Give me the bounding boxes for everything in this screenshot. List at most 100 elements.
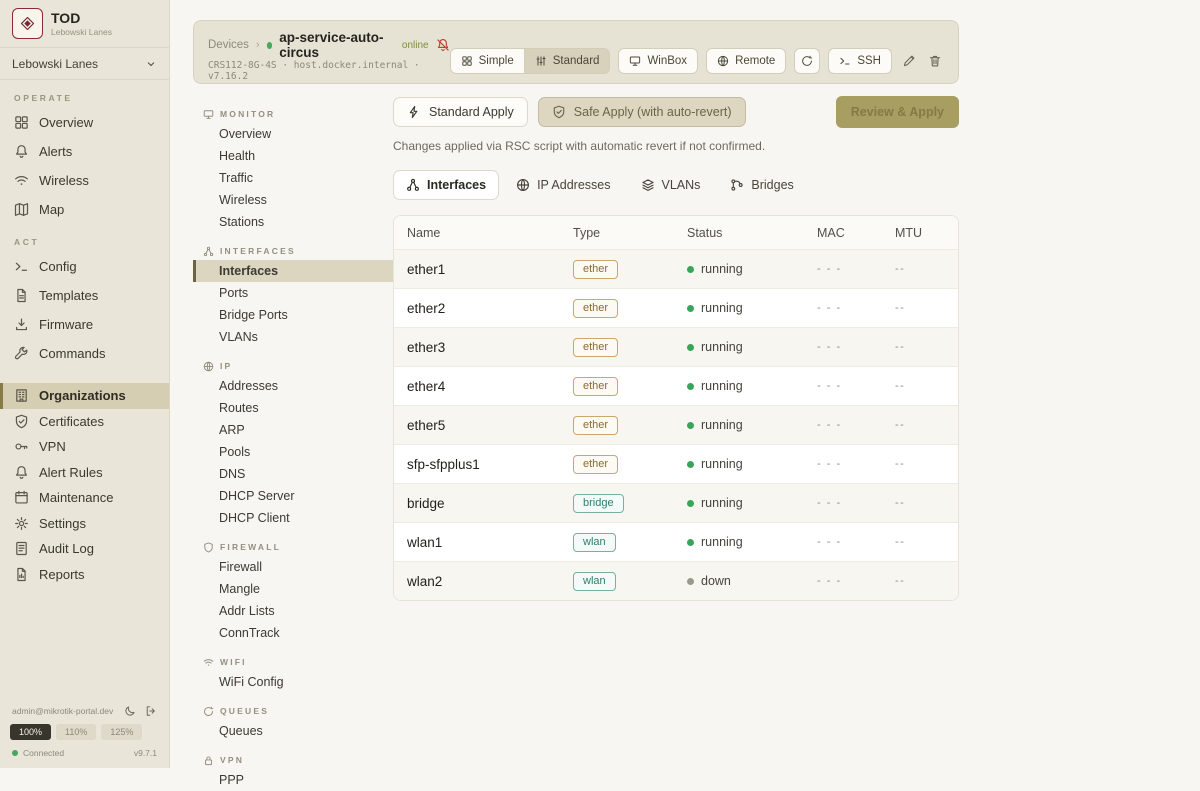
sidebar-item-commands[interactable]: Commands	[0, 339, 169, 368]
sidebar-item-organizations[interactable]: Organizations	[0, 383, 169, 409]
sidebar-item-maintenance[interactable]: Maintenance	[0, 485, 169, 511]
zoom-125-button[interactable]: 125%	[101, 724, 142, 740]
device-menu-item-wireless[interactable]: Wireless	[193, 189, 393, 211]
winbox-button[interactable]: WinBox	[618, 48, 698, 74]
interface-name: ether1	[407, 262, 573, 277]
sidebar-item-settings[interactable]: Settings	[0, 511, 169, 537]
sidebar-item-reports[interactable]: Reports	[0, 562, 169, 588]
device-menu-item-firewall[interactable]: Firewall	[193, 556, 393, 578]
device-menu-item-wifi-config[interactable]: WiFi Config	[193, 671, 393, 693]
breadcrumb: Devices › ap-service-auto-circus online	[208, 30, 450, 60]
device-menu-section-wifi: WIFI	[193, 653, 393, 671]
device-menu-item-vlans[interactable]: VLANs	[193, 326, 393, 348]
app-logo	[12, 8, 43, 39]
table-body: ether1 ether running - - - -- ether2 eth…	[394, 249, 958, 600]
tab-ip-addresses[interactable]: IP Addresses	[503, 170, 623, 200]
standard-apply-button[interactable]: Standard Apply	[393, 97, 528, 127]
type-badge: wlan	[573, 533, 616, 552]
tab-label: IP Addresses	[537, 178, 610, 192]
device-menu-item-addresses[interactable]: Addresses	[193, 375, 393, 397]
zoom-100-button[interactable]: 100%	[10, 724, 51, 740]
status-label: down	[701, 574, 731, 588]
sidebar-item-wireless[interactable]: Wireless	[0, 166, 169, 195]
sidebar-item-map[interactable]: Map	[0, 195, 169, 224]
mac-value: - - -	[817, 575, 895, 587]
org-selector[interactable]: Lebowski Lanes	[0, 48, 169, 80]
view-simple-label: Simple	[479, 55, 514, 67]
document-icon	[14, 288, 29, 303]
device-menu-item-bridge-ports[interactable]: Bridge Ports	[193, 304, 393, 326]
mtu-value: --	[895, 341, 958, 353]
edit-device-button[interactable]	[900, 48, 918, 74]
table-row-ether3[interactable]: ether3 ether running - - - --	[394, 327, 958, 366]
tab-bridges[interactable]: Bridges	[717, 170, 806, 200]
sidebar-item-templates[interactable]: Templates	[0, 281, 169, 310]
app-title: TOD	[51, 10, 112, 27]
wrench-icon	[14, 346, 29, 361]
column-header-status[interactable]: Status	[687, 226, 817, 240]
admin-nav-group: Organizations Certificates VPN Alert Rul…	[0, 383, 169, 587]
tab-interfaces[interactable]: Interfaces	[393, 170, 499, 200]
table-row-sfp-sfpplus1[interactable]: sfp-sfpplus1 ether running - - - --	[394, 444, 958, 483]
review-apply-button[interactable]: Review & Apply	[836, 96, 959, 128]
column-header-mtu[interactable]: MTU	[895, 226, 958, 240]
device-menu-item-queues[interactable]: Queues	[193, 720, 393, 742]
sidebar-item-certificates[interactable]: Certificates	[0, 409, 169, 435]
device-menu-item-arp[interactable]: ARP	[193, 419, 393, 441]
delete-device-button[interactable]	[926, 48, 944, 74]
mac-value: - - -	[817, 380, 895, 392]
device-menu-item-health[interactable]: Health	[193, 145, 393, 167]
remote-button[interactable]: Remote	[706, 48, 786, 74]
column-header-name[interactable]: Name	[407, 226, 573, 240]
bell-off-icon[interactable]	[436, 38, 450, 52]
zoom-110-button[interactable]: 110%	[56, 724, 96, 740]
interface-name: wlan2	[407, 574, 573, 589]
table-row-bridge[interactable]: bridge bridge running - - - --	[394, 483, 958, 522]
sidebar-item-vpn[interactable]: VPN	[0, 434, 169, 460]
device-menu-item-mangle[interactable]: Mangle	[193, 578, 393, 600]
sidebar-item-label: Firmware	[39, 317, 93, 332]
device-menu-item-routes[interactable]: Routes	[193, 397, 393, 419]
sidebar-item-audit-log[interactable]: Audit Log	[0, 536, 169, 562]
breadcrumb-devices-link[interactable]: Devices	[208, 39, 249, 51]
device-menu-item-overview[interactable]: Overview	[193, 123, 393, 145]
moon-icon[interactable]	[124, 705, 136, 717]
brand-text: TOD Lebowski Lanes	[51, 10, 112, 37]
safe-apply-button[interactable]: Safe Apply (with auto-revert)	[538, 97, 746, 127]
device-menu-item-ppp[interactable]: PPP	[193, 769, 393, 791]
column-header-mac[interactable]: MAC	[817, 226, 895, 240]
logout-icon[interactable]	[145, 705, 157, 717]
lock-icon	[203, 755, 214, 766]
sidebar-item-firmware[interactable]: Firmware	[0, 310, 169, 339]
device-menu-item-dhcp-server[interactable]: DHCP Server	[193, 485, 393, 507]
device-menu-item-dhcp-client[interactable]: DHCP Client	[193, 507, 393, 529]
tab-label: VLANs	[662, 178, 701, 192]
refresh-button[interactable]	[794, 48, 820, 74]
device-menu-item-stations[interactable]: Stations	[193, 211, 393, 233]
connected-dot	[12, 750, 18, 756]
device-menu-item-traffic[interactable]: Traffic	[193, 167, 393, 189]
status-label: running	[701, 457, 743, 471]
view-simple-button[interactable]: Simple	[450, 48, 524, 74]
table-row-ether1[interactable]: ether1 ether running - - - --	[394, 249, 958, 288]
table-row-ether2[interactable]: ether2 ether running - - - --	[394, 288, 958, 327]
table-row-ether4[interactable]: ether4 ether running - - - --	[394, 366, 958, 405]
interface-name: wlan1	[407, 535, 573, 550]
device-menu-item-ports[interactable]: Ports	[193, 282, 393, 304]
sidebar-item-alert-rules[interactable]: Alert Rules	[0, 460, 169, 486]
device-menu-item-interfaces[interactable]: Interfaces	[193, 260, 393, 282]
sidebar-item-config[interactable]: Config	[0, 252, 169, 281]
sidebar-item-overview[interactable]: Overview	[0, 108, 169, 137]
tab-vlans[interactable]: VLANs	[628, 170, 714, 200]
column-header-type[interactable]: Type	[573, 226, 687, 240]
device-menu-item-pools[interactable]: Pools	[193, 441, 393, 463]
table-row-ether5[interactable]: ether5 ether running - - - --	[394, 405, 958, 444]
device-menu-item-dns[interactable]: DNS	[193, 463, 393, 485]
table-row-wlan2[interactable]: wlan2 wlan down - - - --	[394, 561, 958, 600]
table-row-wlan1[interactable]: wlan1 wlan running - - - --	[394, 522, 958, 561]
device-menu-item-addr-lists[interactable]: Addr Lists	[193, 600, 393, 622]
sidebar-item-alerts[interactable]: Alerts	[0, 137, 169, 166]
device-menu-item-conntrack[interactable]: ConnTrack	[193, 622, 393, 644]
view-standard-button[interactable]: Standard	[524, 48, 611, 74]
ssh-button[interactable]: SSH	[828, 48, 892, 74]
